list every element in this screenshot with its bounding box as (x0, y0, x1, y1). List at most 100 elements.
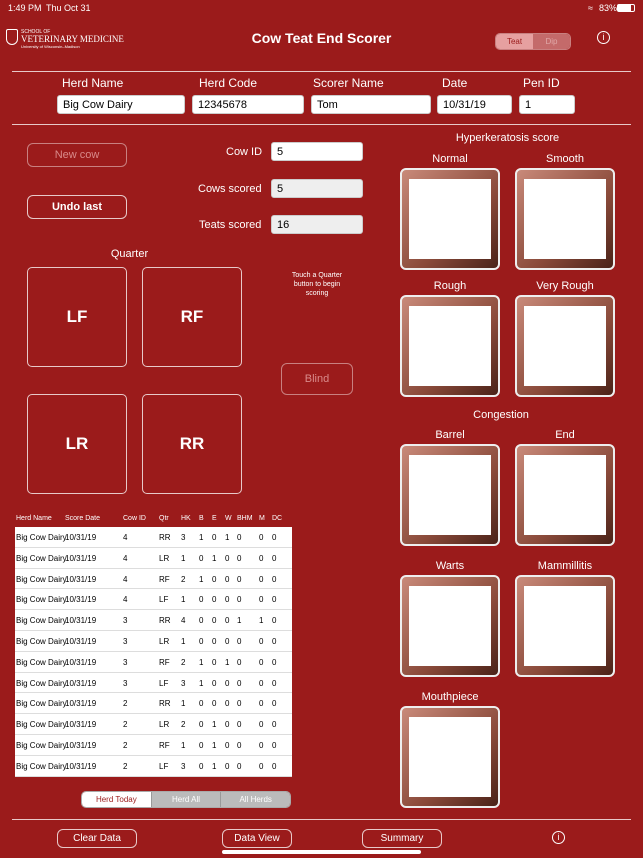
mammillitis-score-button[interactable] (515, 575, 615, 677)
very-rough-score-button[interactable] (515, 295, 615, 397)
table-cell: 0 (237, 657, 242, 667)
table-row[interactable]: Big Cow Dairy 10/31/19 4 RR 3 1 0 1 0 0 0 (15, 527, 292, 548)
table-row[interactable]: Big Cow Dairy 10/31/19 2 LF 3 0 1 0 0 0 0 (15, 756, 292, 777)
mammillitis-label: Mammillitis (537, 560, 593, 572)
quarter-lr-button[interactable]: LR (27, 394, 127, 494)
table-cell: 0 (259, 595, 264, 605)
table-cell: 0 (272, 699, 277, 709)
warts-score-button[interactable] (400, 575, 500, 677)
data-view-button[interactable]: Data View (222, 829, 292, 848)
table-cell: 0 (272, 533, 277, 542)
table-row[interactable]: Big Cow Dairy 10/31/19 4 LR 1 0 1 0 0 0 0 (15, 548, 292, 569)
status-time: 1:49 PM (8, 3, 42, 13)
mode-toggle[interactable]: Teat Dip (495, 33, 571, 50)
table-filter[interactable]: Herd Today Herd All All Herds (81, 791, 291, 808)
table-cell: 2 (123, 740, 128, 750)
filter-all-herds[interactable]: All Herds (220, 792, 290, 807)
quarter-rf-button[interactable]: RF (142, 267, 242, 367)
table-cell: 0 (237, 740, 242, 750)
table-cell: 0 (199, 740, 204, 750)
table-cell: 0 (237, 533, 242, 542)
herd-name-field[interactable]: Big Cow Dairy (57, 95, 185, 114)
cow-id-field[interactable]: 5 (271, 142, 363, 161)
new-cow-button[interactable]: New cow (27, 143, 127, 167)
table-cell: Big Cow Dairy (16, 636, 67, 646)
table-cell: 4 (123, 533, 128, 542)
table-cell: 0 (212, 636, 217, 646)
date-field[interactable]: 10/31/19 (437, 95, 512, 114)
table-cell: 0 (225, 761, 230, 771)
warts-label: Warts (435, 560, 465, 572)
table-cell: 0 (225, 616, 230, 626)
filter-herd-today[interactable]: Herd Today (82, 792, 151, 807)
divider (12, 124, 631, 125)
info-icon[interactable]: i (597, 31, 610, 44)
table-cell: 1 (212, 720, 217, 730)
table-cell: 0 (259, 553, 264, 563)
normal-score-button[interactable] (400, 168, 500, 270)
table-cell: Big Cow Dairy (16, 699, 67, 709)
table-cell: Big Cow Dairy (16, 553, 67, 563)
smooth-score-button[interactable] (515, 168, 615, 270)
table-cell: LF (159, 678, 169, 688)
table-row[interactable]: Big Cow Dairy 10/31/19 4 LF 1 0 0 0 0 0 0 (15, 589, 292, 611)
table-cell: 0 (225, 574, 230, 584)
mouthpiece-score-button[interactable] (400, 706, 500, 808)
clear-data-button[interactable]: Clear Data (57, 829, 137, 848)
wifi-icon: ≈ (588, 3, 593, 13)
table-cell: 0 (237, 761, 242, 771)
end-score-button[interactable] (515, 444, 615, 546)
rough-label: Rough (433, 280, 467, 292)
divider (12, 819, 631, 820)
table-row[interactable]: Big Cow Dairy 10/31/19 3 RR 4 0 0 0 1 1 0 (15, 610, 292, 631)
table-header-cell: BHM (237, 515, 253, 522)
congestion-title: Congestion (473, 409, 529, 421)
table-cell: 0 (272, 553, 277, 563)
undo-last-button[interactable]: Undo last (27, 195, 127, 219)
pen-field[interactable]: 1 (519, 95, 575, 114)
scoring-hint: Touch a Quarter button to begin scoring (291, 272, 343, 297)
table-cell: 0 (212, 678, 217, 688)
filter-herd-all[interactable]: Herd All (150, 792, 221, 807)
table-cell: 0 (199, 553, 204, 563)
barrel-score-button[interactable] (400, 444, 500, 546)
table-cell: 2 (181, 657, 186, 667)
table-cell: 1 (199, 678, 204, 688)
rough-score-button[interactable] (400, 295, 500, 397)
table-cell: RF (159, 574, 170, 584)
table-row[interactable]: Big Cow Dairy 10/31/19 2 RF 1 0 1 0 0 0 0 (15, 735, 292, 756)
summary-button[interactable]: Summary (362, 829, 442, 848)
table-cell: 1 (225, 533, 230, 542)
table-cell: 10/31/19 (65, 761, 97, 771)
quarter-lf-button[interactable]: LF (27, 267, 127, 367)
table-cell: 0 (259, 699, 264, 709)
table-cell: 0 (199, 636, 204, 646)
table-cell: 1 (181, 699, 186, 709)
table-row[interactable]: Big Cow Dairy 10/31/19 4 RF 2 1 0 0 0 0 0 (15, 569, 292, 590)
table-cell: 10/31/19 (65, 657, 97, 667)
table-row[interactable]: Big Cow Dairy 10/31/19 2 LR 2 0 1 0 0 0 0 (15, 714, 292, 735)
table-cell: 2 (181, 574, 186, 584)
mode-teat[interactable]: Teat (496, 34, 533, 49)
table-row[interactable]: Big Cow Dairy 10/31/19 3 LR 1 0 0 0 0 0 0 (15, 631, 292, 652)
table-row[interactable]: Big Cow Dairy 10/31/19 2 RR 1 0 0 0 0 0 0 (15, 693, 292, 715)
table-cell: 0 (212, 574, 217, 584)
table-cell: 2 (181, 720, 186, 730)
table-cell: 0 (237, 720, 242, 730)
info-icon[interactable]: i (552, 831, 565, 844)
herd-code-field[interactable]: 12345678 (192, 95, 304, 114)
table-cell: 1 (199, 533, 204, 542)
table-cell: 0 (199, 616, 204, 626)
table-row[interactable]: Big Cow Dairy 10/31/19 3 RF 2 1 0 1 0 0 0 (15, 652, 292, 673)
table-row[interactable]: Big Cow Dairy 10/31/19 3 LF 3 1 0 0 0 0 0 (15, 673, 292, 694)
table-cell: 0 (237, 553, 242, 563)
scorer-label: Scorer Name (313, 76, 384, 90)
battery-percent: 83% (599, 3, 618, 13)
score-table[interactable]: Big Cow Dairy 10/31/19 4 RR 3 1 0 1 0 0 0 Big Cow D… (15, 527, 292, 777)
table-cell: Big Cow Dairy (16, 574, 67, 584)
scorer-field[interactable]: Tom (311, 95, 431, 114)
mode-dip[interactable]: Dip (533, 34, 570, 49)
quarter-rr-button[interactable]: RR (142, 394, 242, 494)
blind-button[interactable]: Blind (281, 363, 353, 395)
table-cell: RF (159, 657, 170, 667)
